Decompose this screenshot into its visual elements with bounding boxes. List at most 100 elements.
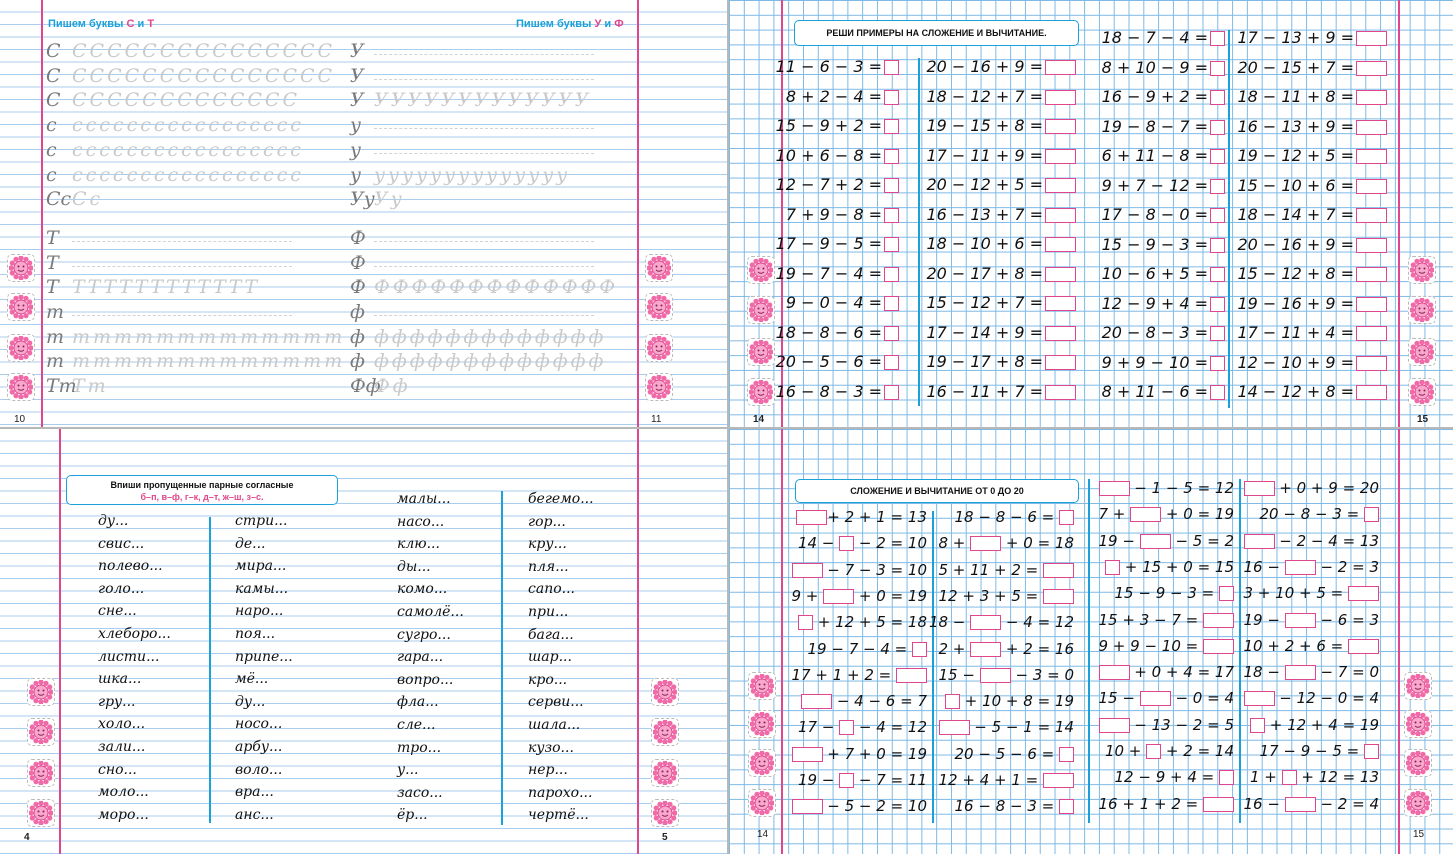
equation: 16 − 11 + 7 =: [926, 381, 1076, 401]
equation: 20 − 17 + 8 =: [926, 264, 1076, 283]
word-item: шка...: [98, 671, 142, 688]
equation-text: 9 − 0 − 4 =: [785, 293, 882, 312]
equation-text: 17 − 8 − 0 =: [1101, 205, 1208, 224]
page-number-left: 10: [14, 414, 26, 425]
letter-sample: у: [350, 163, 362, 186]
equation: 19 − 8 − 7 =: [1101, 116, 1225, 136]
letter-sample: т: [46, 325, 65, 348]
answer-box: [1203, 612, 1234, 628]
word-item: гор...: [528, 513, 566, 530]
equation-text: 8 + 11 − 6 =: [1101, 382, 1208, 401]
equation-text: 12 + 3 + 5 =: [938, 586, 1043, 605]
left-margin-line: [59, 429, 61, 854]
answer-box: [1045, 384, 1076, 400]
equation-text: + 12 + 5 = 18: [812, 613, 927, 632]
equation-text: 15 − 9 − 3 =: [1101, 234, 1208, 254]
left-margin-line: [41, 0, 43, 427]
equation-text: 9 +: [791, 586, 824, 605]
answer-box: [791, 799, 823, 815]
equation-text: + 2 = 14: [1161, 742, 1234, 760]
answer-box: [1219, 770, 1234, 786]
word-item: у...: [397, 762, 419, 779]
answer-box: [896, 667, 927, 683]
equation-text: 6 + 11 − 8 =: [1101, 146, 1208, 165]
equation: 18 − 14 + 7 =: [1237, 206, 1387, 224]
equation-text: 19 −: [1243, 610, 1285, 629]
equation: 18 − − 7 = 0: [1244, 663, 1380, 681]
letter-sample: С: [46, 89, 61, 112]
equation-text: 7 +: [1098, 505, 1131, 524]
sun-face-icon: [645, 334, 673, 362]
equation: − 13 − 2 = 5: [1098, 716, 1234, 734]
equation-text: 9 + 7 − 12 =: [1101, 175, 1208, 195]
word-item: клю...: [397, 536, 440, 553]
answer-box: [1364, 507, 1379, 523]
letter-trace-row: ТТТТТТТТТТТТ: [72, 276, 261, 299]
equation-text: 16 − 11 + 7 =: [926, 381, 1043, 401]
equation: 17 − 11 + 4 =: [1237, 324, 1387, 342]
word-item: стри...: [235, 513, 288, 529]
letter-trace-row: Фф: [374, 375, 411, 398]
sun-face-icon: [27, 718, 55, 746]
title-left: Пишем буквы С и Т: [48, 18, 155, 30]
equation-text: + 2 = 16: [1001, 639, 1074, 658]
equation: 19 − 15 + 8 =: [926, 117, 1076, 135]
equation-text: − 7 = 11: [854, 771, 927, 789]
answer-box: [970, 641, 1002, 657]
answer-box: [884, 207, 899, 223]
trace-guide-line: [374, 240, 594, 242]
equation: 20 − 5 − 6 =: [776, 353, 899, 371]
answer-box: [1130, 507, 1162, 523]
equation-text: + 0 = 19: [854, 586, 927, 605]
answer-box: [938, 720, 970, 736]
answer-box: [884, 89, 899, 105]
answer-box: [1098, 717, 1130, 733]
sun-face-icon: [748, 749, 776, 777]
trace-guide-line: [374, 78, 594, 80]
horizontal-divider: [0, 427, 1453, 429]
equation: − 2 − 4 = 13: [1243, 532, 1379, 550]
equation-text: − 5 − 1 = 14: [969, 718, 1074, 737]
equation-text: − 7 − 3 = 10: [822, 560, 927, 579]
equation: 18 − 11 + 8 =: [1237, 88, 1387, 106]
letter-trace-row: Уу: [374, 188, 405, 211]
equation-text: 19 − 8 − 7 =: [1101, 116, 1208, 136]
letter-trace-row: ФФФФФФФФФФФФФ: [374, 276, 619, 299]
equation-text: + 12 = 13: [1296, 768, 1379, 787]
equation: + 7 + 0 = 19: [791, 744, 927, 763]
answer-box: [1045, 148, 1076, 164]
letter-sample: Ф: [350, 226, 366, 249]
equation: 15 − 9 + 2 =: [776, 117, 899, 135]
answer-box: [1356, 149, 1387, 164]
answer-box: [1210, 267, 1225, 282]
word-item: камы...: [235, 580, 289, 597]
equation: − 12 − 0 = 4: [1243, 689, 1379, 707]
equation: 17 − 8 − 0 =: [1102, 206, 1225, 224]
answer-box: [1043, 588, 1074, 604]
equation: 16 + 1 + 2 =: [1099, 795, 1234, 813]
answer-box: [1364, 744, 1379, 759]
equation: + 12 + 5 = 18: [797, 613, 927, 632]
answer-box: [1045, 296, 1076, 311]
answer-box: [1059, 746, 1074, 762]
word-item: голо...: [98, 580, 145, 597]
equation-text: 18 − 8 − 6 =: [954, 508, 1059, 526]
equation: 19 − − 5 = 2: [1099, 532, 1235, 550]
equation: 11 − 6 − 3 =: [776, 58, 899, 76]
letter-sample: Т: [46, 251, 59, 274]
answer-box: [1210, 31, 1225, 46]
sun-face-icon: [747, 296, 775, 324]
equation-text: 15 −: [1098, 689, 1140, 708]
letter-sample: ф: [350, 301, 365, 323]
letter-sample: ф: [350, 350, 365, 373]
equation-text: 16 − 13 + 9 =: [1237, 116, 1354, 136]
word-item: де...: [235, 535, 266, 552]
equation-text: + 7 + 0 = 19: [822, 744, 927, 763]
equation-text: 20 − 5 − 6 =: [954, 744, 1059, 763]
sun-face-icon: [748, 672, 776, 700]
letter-sample: с: [46, 138, 57, 161]
equation: 18 − − 4 = 12: [929, 613, 1074, 631]
column-divider: [1228, 30, 1230, 408]
equation: 20 − 16 + 9 =: [1237, 235, 1387, 254]
letter-trace-row: ттттттттттттт: [72, 350, 346, 373]
